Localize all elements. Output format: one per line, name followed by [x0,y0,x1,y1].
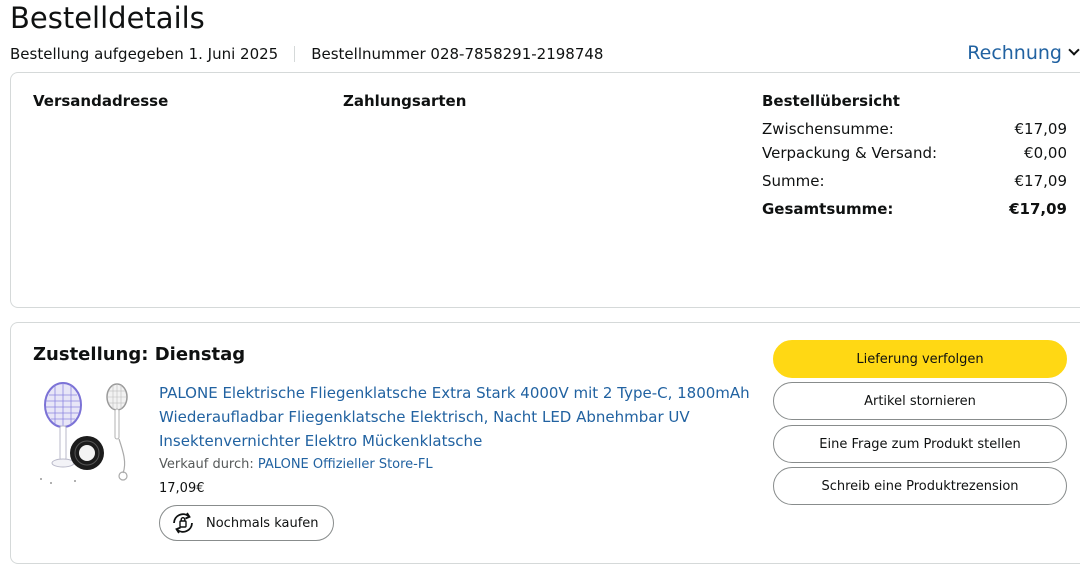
write-review-button[interactable]: Schreib eine Produktrezension [773,467,1067,505]
delivery-status-heading: Zustellung: Dienstag [33,344,246,365]
summary-value: €17,09 [1014,172,1068,190]
summary-value: €0,00 [1024,144,1067,162]
cancel-item-button[interactable]: Artikel stornieren [773,382,1067,420]
order-summary-heading: Bestellübersicht [762,92,900,110]
order-meta: Bestellung aufgegeben 1. Juni 2025 Beste… [10,44,603,64]
fly-swatter-image [40,382,128,484]
buy-again-button[interactable]: Nochmals kaufen [159,505,334,541]
product-price: 17,09€ [159,481,205,496]
shipping-address-heading: Versandadresse [33,92,169,110]
summary-label: Zwischensumme: [762,120,894,138]
summary-row-subtotal: Zwischensumme: €17,09 [762,119,1067,139]
summary-row-grand-total: Gesamtsumme: €17,09 [762,199,1067,219]
summary-value: €17,09 [1009,200,1067,218]
order-date: Bestellung aufgegeben 1. Juni 2025 [10,45,279,63]
summary-row-shipping: Verpackung & Versand: €0,00 [762,143,1067,163]
rebuy-icon [173,512,193,534]
product-image[interactable] [31,381,143,493]
buy-again-label: Nochmals kaufen [206,515,319,531]
meta-divider [294,46,296,62]
ask-product-question-button[interactable]: Eine Frage zum Produkt stellen [773,425,1067,463]
summary-label: Verpackung & Versand: [762,144,938,162]
invoice-dropdown[interactable]: Rechnung [967,40,1080,66]
shipment-card: Zustellung: Dienstag PALONE Elektrische … [10,322,1080,564]
summary-row-sum: Summe: €17,09 [762,171,1067,191]
summary-label: Summe: [762,172,825,190]
chevron-down-icon [1068,44,1080,56]
order-info-card: Versandadresse Zahlungsarten Bestellüber… [10,72,1080,308]
sold-by-prefix: Verkauf durch: [159,457,254,472]
page-title: Bestelldetails [10,1,205,35]
invoice-label: Rechnung [967,42,1062,64]
seller-link[interactable]: PALONE Offizieller Store-FL [258,457,433,472]
product-title-link[interactable]: PALONE Elektrische Fliegenklatsche Extra… [159,381,759,453]
summary-value: €17,09 [1014,120,1068,138]
track-package-button[interactable]: Lieferung verfolgen [773,340,1067,378]
sold-by-line: Verkauf durch: PALONE Offizieller Store-… [159,456,433,474]
summary-label: Gesamtsumme: [762,200,894,218]
order-number: Bestellnummer 028-7858291-2198748 [311,45,604,63]
payment-methods-heading: Zahlungsarten [343,92,467,110]
